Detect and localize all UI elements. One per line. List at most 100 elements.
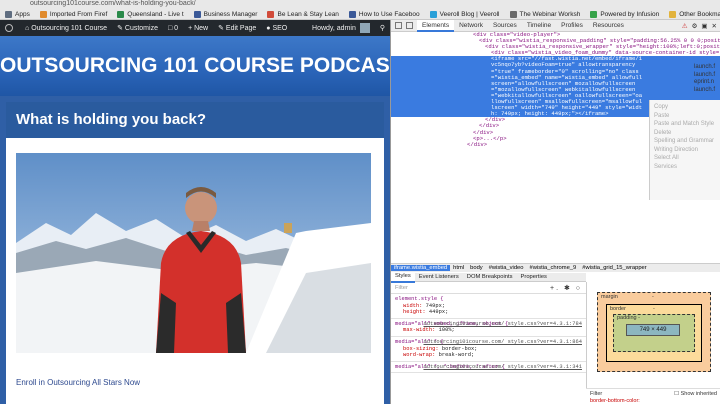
filter-input[interactable]: Filter (395, 285, 408, 291)
bookmark-item[interactable]: Veeroll Blog | Veeroll (425, 8, 505, 20)
breadcrumb-item[interactable]: html (450, 265, 467, 271)
background-window-text: launch.f (694, 64, 716, 70)
wp-logo-icon[interactable] (0, 20, 20, 36)
show-inherited-checkbox[interactable]: ☐ Show inherited (674, 391, 717, 398)
computed-prop: border-bottom-color: (590, 397, 640, 404)
box-padding: padding - 749 × 449 (613, 314, 695, 352)
devtools-tab-profiles[interactable]: Profiles (556, 20, 588, 32)
rule-property[interactable]: word-wrap: break-word; (395, 352, 582, 359)
bookmark-item[interactable]: Be Lean & Stay Lean (262, 8, 343, 20)
rule-source-link[interactable]: outsourcing101course.com/ style.css?ver=… (423, 321, 582, 328)
bookmark-favicon-icon (348, 10, 356, 18)
style-rule[interactable]: media="all" embed, iframe, object {outso… (391, 319, 586, 337)
inspect-icon[interactable] (395, 22, 402, 29)
video-player[interactable] (16, 153, 371, 353)
post-content: What is holding you back? Enroll in Outs… (6, 102, 384, 404)
bookmark-item[interactable]: Apps (0, 8, 35, 20)
enroll-link[interactable]: Enroll in Outsourcing All Stars Now (16, 378, 140, 387)
edit-page-link[interactable]: ✎ Edit Page (213, 20, 261, 36)
filter-icons[interactable]: +. ✱ ○ (550, 284, 582, 292)
user-menu[interactable]: Howdy, admin (307, 20, 375, 36)
styles-tab[interactable]: Event Listeners (415, 273, 463, 282)
customize-link[interactable]: ✎ Customize (112, 20, 163, 36)
rule-property[interactable]: height: 449px; (395, 309, 582, 316)
post-title: What is holding you back? (16, 111, 207, 128)
bookmarks-bar: Apps Imported From Firef Queensland - Live… (0, 8, 720, 20)
bookmark-favicon-icon (193, 10, 201, 18)
breadcrumb-item[interactable]: body (467, 265, 486, 271)
context-menu-item[interactable]: Select All (654, 154, 717, 163)
bookmark-label: Powered by Infusion (600, 10, 660, 18)
settings-icon[interactable]: ⚙ (692, 22, 698, 30)
address-bar[interactable]: outsourcing101course.com/what-is-holding… (30, 0, 290, 8)
devtools-tab-resources[interactable]: Resources (588, 20, 629, 32)
breadcrumb-item[interactable]: #wistia_chrome_9 (527, 265, 580, 271)
bookmark-favicon-icon (669, 10, 677, 18)
search-icon[interactable]: ⚲ (375, 20, 390, 36)
rule-source-link[interactable]: outsourcing101course.com/ style.css?ver=… (423, 364, 582, 371)
devtools-tab-sources[interactable]: Sources (488, 20, 522, 32)
box-border: border - padding - 749 × 449 (606, 304, 702, 362)
bookmark-item[interactable]: How to Use Faceboo (344, 8, 425, 20)
bookmark-item[interactable]: Other Bookmarks (664, 8, 720, 20)
device-icon[interactable] (406, 22, 413, 29)
bookmark-item[interactable]: The Webinar Worksh (505, 8, 586, 20)
box-padding-label: padding - (617, 315, 640, 321)
bookmark-item[interactable]: Queensland - Live t (112, 8, 188, 20)
bookmark-item[interactable]: Imported From Firef (35, 8, 112, 20)
bookmark-item[interactable]: Business Manager (189, 8, 263, 20)
box-margin-label: margin (601, 294, 618, 300)
breadcrumb-item[interactable]: iframe.wistia_embed (391, 265, 451, 271)
bookmark-label: How to Use Faceboo (358, 10, 420, 18)
seo-link[interactable]: ● SEO (261, 20, 292, 36)
video-frame[interactable] (16, 153, 371, 353)
context-menu-item[interactable]: Services (654, 163, 717, 172)
box-border-top: - (653, 306, 655, 312)
devtools-tabs: Elements Network Sources Timeline Profiles Re… (391, 19, 720, 32)
box-border-label: border (610, 306, 626, 312)
devtools-tab-elements[interactable]: Elements (417, 19, 455, 32)
error-icon[interactable]: ⚠ (682, 22, 688, 30)
styles-tab[interactable]: DOM Breakpoints (463, 273, 517, 282)
bookmark-favicon-icon (117, 10, 125, 18)
rule-property[interactable]: box-sizing: border-box; (395, 346, 582, 353)
new-content-link[interactable]: + New (183, 20, 213, 36)
close-icon[interactable]: ✕ (712, 22, 717, 30)
breadcrumb-item[interactable]: #wistia_grid_15_wrapper (579, 265, 649, 271)
computed-pane: Filter ☐ Show inherited border-bottom-col… (586, 388, 720, 404)
styles-tab[interactable]: Properties (517, 273, 551, 282)
bookmark-favicon-icon (267, 10, 275, 18)
computed-filter[interactable]: Filter (590, 391, 602, 398)
bookmark-label: Be Lean & Stay Lean (277, 10, 339, 18)
bookmark-favicon-icon (429, 10, 437, 18)
background-window-text: eprint.n (694, 79, 715, 85)
style-rule[interactable]: element.style {width: 749px; height: 449p… (391, 294, 586, 319)
context-menu-item[interactable]: Delete (654, 129, 717, 138)
style-rules: element.style {width: 749px; height: 449p… (391, 294, 586, 374)
style-rule[interactable]: media="all" * {outsourcing101course.com/… (391, 337, 586, 362)
devtools-panel: Elements Network Sources Timeline Profiles Re… (390, 19, 720, 404)
box-margin-top: - (652, 294, 654, 300)
post-heading-box: What is holding you back? (6, 102, 384, 138)
styles-filter[interactable]: Filter +. ✱ ○ (391, 282, 586, 294)
comments-link[interactable]: □ 0 (163, 20, 183, 36)
dock-icon[interactable]: ▣ (701, 22, 707, 30)
bookmark-label: Queensland - Live t (127, 10, 184, 18)
context-menu-item[interactable]: Writing Direction (654, 146, 717, 155)
site-name-link[interactable]: ⌂ Outsourcing 101 Course (20, 20, 112, 36)
bookmark-item[interactable]: Powered by Infusion (585, 8, 664, 20)
rule-selector: element.style { (395, 296, 444, 302)
rule-property[interactable]: max-width: 100%; (395, 327, 582, 334)
devtools-tab-network[interactable]: Network (454, 20, 488, 32)
devtools-tab-timeline[interactable]: Timeline (522, 20, 556, 32)
breadcrumb-item[interactable]: #wistia_video (486, 265, 527, 271)
styles-tab[interactable]: Styles (391, 273, 415, 283)
context-menu-item[interactable]: Spelling and Grammar (654, 137, 717, 146)
rule-source-link[interactable]: outsourcing101course.com/ style.css?ver=… (423, 339, 582, 346)
bookmark-favicon-icon (39, 10, 47, 18)
rule-property[interactable]: width: 749px; (395, 303, 582, 310)
bookmark-label: Imported From Firef (49, 10, 108, 18)
box-model: margin - border - padding - 749 × 449 (586, 282, 720, 388)
style-rule[interactable]: media="all" *, *:before, *:after {outsou… (391, 362, 586, 374)
background-window-text: launch.f (694, 86, 716, 93)
